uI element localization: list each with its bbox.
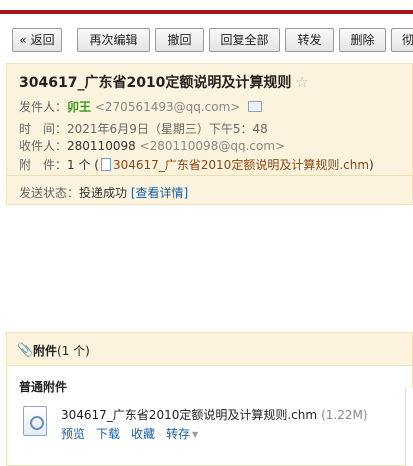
recipient-label: 收件人：	[19, 139, 68, 153]
attachment-count: 1 个 (	[67, 158, 99, 172]
attachment-link[interactable]: 304617_广东省2010定额说明及计算规则.chm	[113, 158, 369, 172]
recipient-row: 收件人：280110098 <280110098@qq.com>	[19, 137, 285, 154]
recipient-email: <280110098@qq.com>	[139, 139, 286, 153]
attachment-actions: 预览 下载 收藏 转存 ▾	[61, 425, 198, 442]
mail-toolbar: « 返回 再次编辑 撤回 回复全部 转发 删除 彻	[0, 26, 413, 58]
status-value: 投递成功	[79, 186, 128, 200]
attachment-close: )	[369, 158, 374, 172]
side-panel-edge	[405, 388, 413, 466]
sender-name[interactable]: 卯王	[67, 100, 91, 114]
time-row: 时 间：2021年6月9日（星期三）下午5：48	[19, 120, 268, 137]
forward-button[interactable]: 转发	[285, 28, 334, 52]
header-divider	[7, 175, 412, 176]
preview-link[interactable]: 预览	[61, 427, 85, 441]
attachments-title: 附件(1 个)	[33, 344, 90, 358]
subject-text: 304617_广东省2010定额说明及计算规则	[19, 75, 292, 91]
recipient-name[interactable]: 280110098	[67, 139, 136, 153]
favorite-link[interactable]: 收藏	[131, 427, 155, 441]
sender-email: <270561493@qq.com>	[94, 100, 241, 114]
attachment-file-name[interactable]: 304617_广东省2010定额说明及计算规则.chm	[61, 408, 317, 422]
delivery-status: 发送状态：投递成功 [查看详情]	[19, 184, 188, 201]
attachments-panel: 📎 附件(1 个) 普通附件 304617_广东省2010定额说明及计算规则.c…	[6, 332, 413, 466]
attachment-file: 304617_广东省2010定额说明及计算规则.chm (1.22M)	[61, 406, 368, 423]
download-link[interactable]: 下载	[96, 427, 120, 441]
file-icon	[100, 158, 111, 171]
recall-button[interactable]: 撤回	[155, 28, 204, 52]
mail-header: 304617_广东省2010定额说明及计算规则 ☆ 发件人：卯王 <2705614…	[6, 63, 413, 205]
back-button[interactable]: « 返回	[12, 28, 62, 52]
time-label: 时 间：	[19, 122, 68, 136]
normal-attachments-label: 普通附件	[19, 380, 68, 394]
contact-card-icon[interactable]	[248, 101, 263, 112]
delete-button[interactable]: 删除	[339, 28, 386, 52]
attachment-label: 附 件：	[19, 158, 68, 172]
view-details-link[interactable]: [查看详情]	[131, 186, 188, 200]
star-icon[interactable]: ☆	[295, 73, 308, 91]
delete-permanently-button[interactable]: 彻	[391, 28, 413, 52]
sender-label: 发件人：	[19, 100, 68, 114]
attachment-row: 附 件：1 个 ( 304617_广东省2010定额说明及计算规则.chm)	[19, 156, 374, 173]
top-bar	[0, 0, 413, 14]
sender-row: 发件人：卯王 <270561493@qq.com>	[19, 98, 263, 115]
save-to-link[interactable]: 转存	[166, 427, 190, 441]
chevron-down-icon[interactable]: ▾	[192, 427, 198, 441]
attachments-header: 📎 附件(1 个)	[7, 333, 412, 366]
reply-all-button[interactable]: 回复全部	[209, 28, 280, 52]
top-red-line	[0, 10, 413, 14]
attachment-file-size: (1.22M)	[321, 408, 368, 422]
time-value: 2021年6月9日（星期三）下午5：48	[67, 122, 268, 136]
chm-file-icon[interactable]	[23, 406, 47, 436]
status-label: 发送状态：	[19, 186, 80, 200]
mail-subject: 304617_广东省2010定额说明及计算规则 ☆	[19, 72, 309, 92]
edit-again-button[interactable]: 再次编辑	[77, 28, 150, 52]
paperclip-icon: 📎	[17, 342, 34, 357]
